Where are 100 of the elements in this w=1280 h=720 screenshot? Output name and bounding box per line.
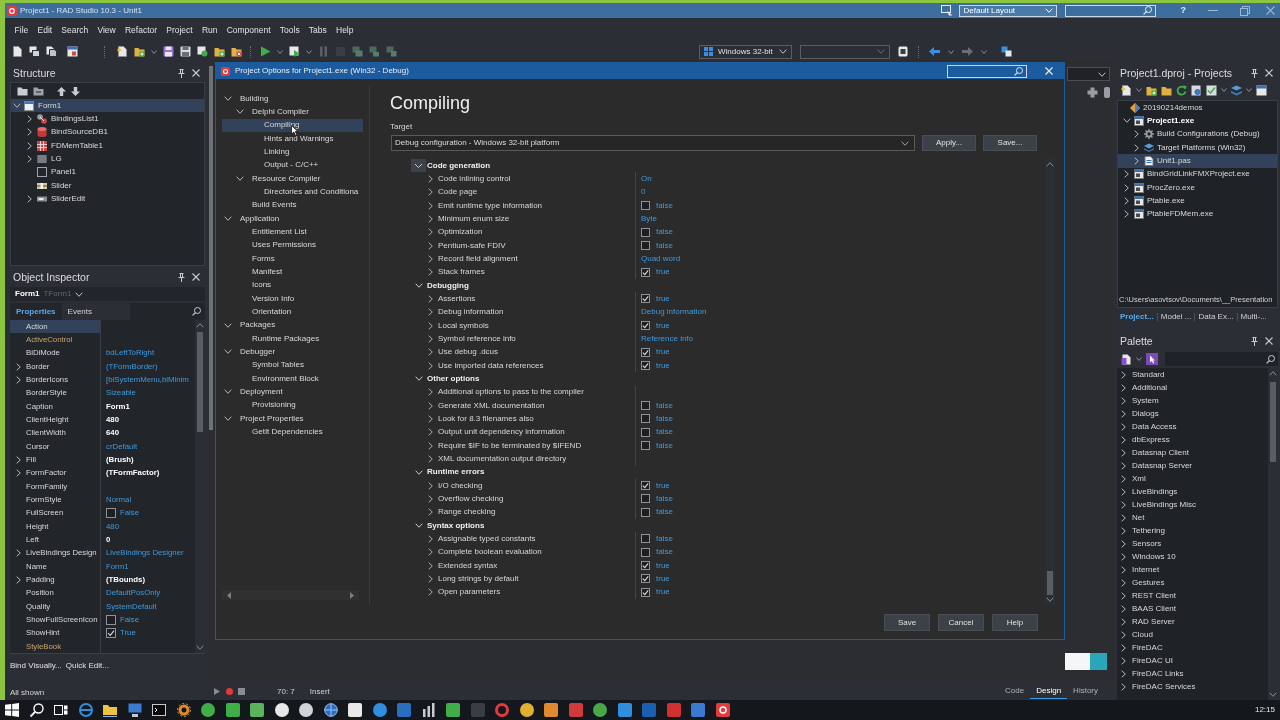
scroll-thumb[interactable] [197,332,203,432]
document-star-icon[interactable] [117,46,128,57]
tree-item[interactable]: Packages [222,318,363,332]
app-tile-icon[interactable] [617,703,632,717]
tree-item[interactable]: Resource Compiler [222,171,363,186]
tree-item[interactable]: Slider [11,178,204,193]
tree-item[interactable]: Forms [222,251,363,266]
tree-item[interactable]: BindSourceDB1 [11,125,204,139]
tree-item[interactable]: Compiling [222,118,363,132]
checkbox[interactable] [641,494,650,504]
chevron-right-icon[interactable] [1124,183,1129,192]
menu-item[interactable]: Edit [32,23,57,38]
folder-add-icon[interactable] [214,46,225,57]
button[interactable]: Save [884,614,930,631]
tree-item[interactable]: Project1.exe [1118,114,1277,128]
button[interactable]: Apply... [922,135,976,151]
checkbox[interactable] [641,427,650,437]
bars-icon[interactable] [421,703,436,717]
gear-icon[interactable] [176,703,191,717]
target-dropdown[interactable]: Debug configuration - Windows 32-bit platform [391,135,915,151]
tree-item[interactable]: FDMemTable1 [11,139,204,153]
checkbox[interactable] [641,561,650,570]
chevron-right-icon[interactable] [16,362,21,371]
platform-dropdown[interactable]: Windows 32-bit [699,44,792,59]
chevron-down-icon[interactable] [224,389,232,395]
chevron-right-icon[interactable] [16,455,21,464]
tree-item[interactable]: Symbol Tables [222,358,363,372]
checkbox[interactable] [641,401,650,411]
ring-icon[interactable] [495,703,509,717]
checkbox[interactable] [641,347,650,357]
chevron-up-icon[interactable] [1269,371,1277,376]
menu-item[interactable]: Project [161,23,198,38]
overlapping-squares-icon[interactable] [1001,46,1012,57]
button[interactable]: Save... [983,135,1037,151]
tree-item[interactable]: Debugger [222,345,363,359]
tree-item[interactable]: Delphi Compiler [222,105,363,119]
checkbox[interactable] [641,241,650,251]
scroll-bar[interactable] [209,66,213,430]
property-value[interactable]: On [641,175,652,183]
app-tile-icon[interactable] [470,703,485,717]
document-star-icon[interactable] [1121,84,1132,96]
save-icon[interactable] [163,46,174,57]
app-tile-icon[interactable] [691,703,705,717]
tree-item[interactable]: Application [222,211,363,226]
chevron-down-icon[interactable] [12,103,21,109]
plus-icon[interactable] [1087,87,1098,98]
tree-item[interactable]: Project Properties [222,411,363,426]
folder-remove-icon[interactable] [231,46,242,57]
palette-category[interactable]: System [1117,394,1268,407]
button[interactable]: Help [992,614,1038,631]
tree-item[interactable]: Provisioning [222,398,363,412]
checkbox[interactable] [641,507,650,517]
tree-item[interactable]: Version Info [222,291,363,306]
chevron-right-icon[interactable] [27,154,32,163]
caret-icon[interactable] [151,49,157,54]
palette-category[interactable]: Dialogs [1117,407,1268,420]
square-icon[interactable] [898,46,908,57]
folder-add-icon[interactable] [1146,84,1157,96]
close-icon[interactable] [192,273,200,281]
document-icon[interactable] [1121,353,1132,365]
search-field[interactable] [130,303,205,320]
chevron-down-icon[interactable] [224,349,232,355]
panes-icon[interactable] [54,703,68,717]
property-value[interactable]: Quad word [641,254,681,263]
check-document-icon[interactable] [1206,84,1217,96]
tab[interactable]: Data Ex... [1194,313,1237,321]
checkbox[interactable] [641,361,650,371]
palette-category[interactable]: LiveBindings [1117,485,1268,498]
palette-category[interactable]: FireDAC UI [1117,654,1268,667]
menu-item[interactable]: Component [222,23,276,38]
chevron-right-icon[interactable] [1124,170,1129,179]
tree-item[interactable]: Runtime Packages [222,331,363,346]
tree-item[interactable]: Orientation [222,305,363,319]
checkbox[interactable] [106,628,116,639]
chevron-right-icon[interactable] [27,194,32,203]
tree-item[interactable]: LG [11,152,204,166]
tab[interactable]: Code [999,684,1031,699]
tab[interactable]: Events [61,303,99,320]
app-tile-icon[interactable] [225,703,240,717]
checkbox[interactable] [641,321,650,331]
chevron-right-icon[interactable] [16,469,21,478]
search-field[interactable] [1064,4,1156,17]
tree-item[interactable]: BindingsList1 [11,112,204,126]
menu-item[interactable]: View [92,23,121,38]
tree-item[interactable]: SliderEdit [11,192,204,206]
checkbox[interactable] [641,481,650,491]
palette-category[interactable]: FireDAC [1117,641,1268,654]
triangle-right-icon[interactable] [350,591,354,599]
tree-item[interactable]: BindGridLinkFMXProject.exe [1118,167,1277,181]
chevron-down-icon[interactable] [1269,692,1277,697]
documents-icon[interactable] [46,46,57,57]
link[interactable]: Bind Visually... [10,662,62,670]
app-tile-icon[interactable] [642,703,656,717]
palette-category[interactable]: FireDAC Links [1117,667,1268,680]
search-field[interactable] [947,64,1027,78]
windows-icon[interactable] [29,46,40,57]
help-button[interactable]: ? [1178,6,1188,15]
close-icon[interactable] [1265,69,1273,77]
tree-item[interactable]: Linking [222,145,363,159]
chevron-down-icon[interactable] [224,416,232,422]
